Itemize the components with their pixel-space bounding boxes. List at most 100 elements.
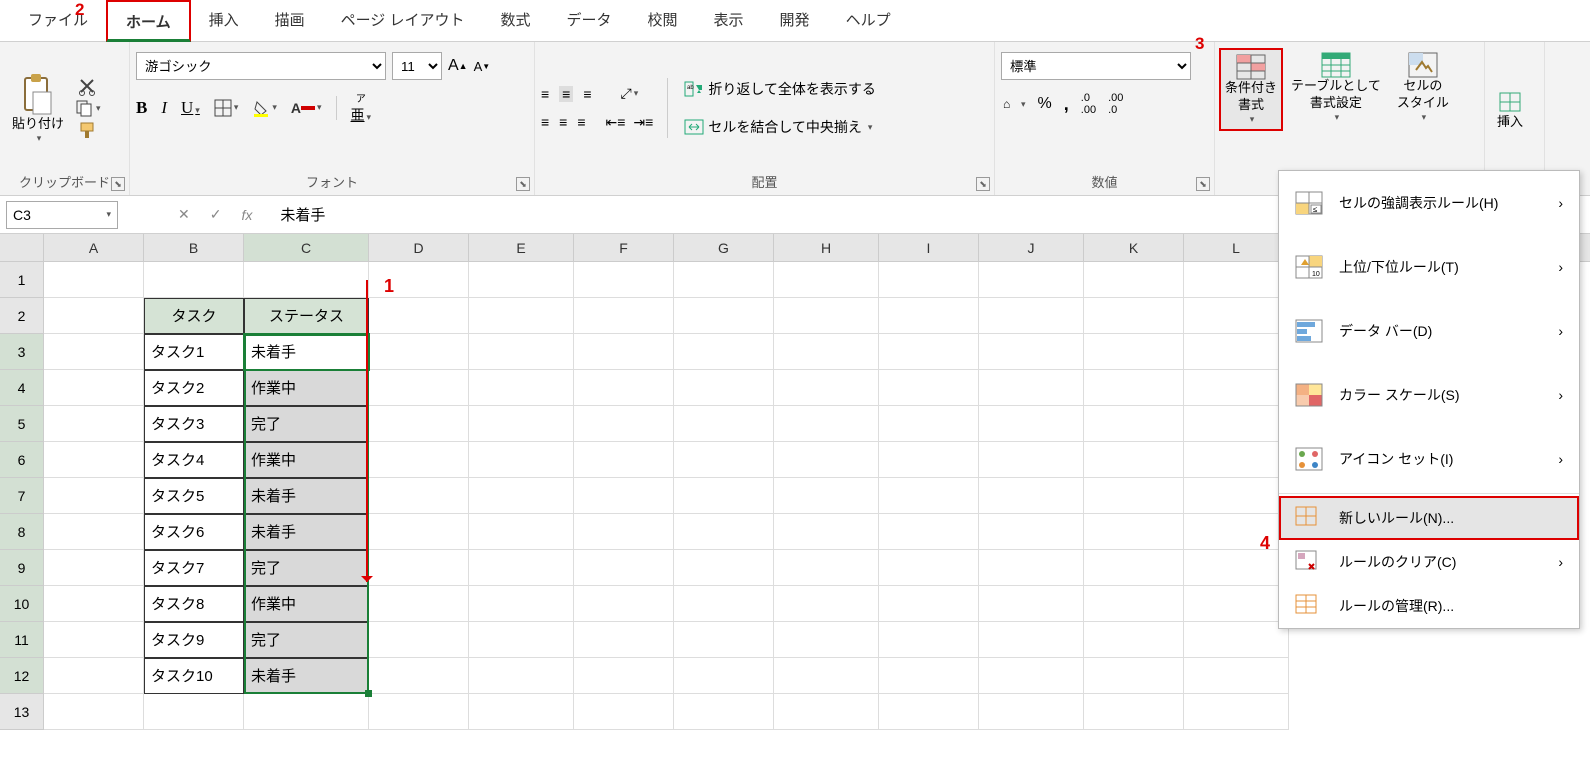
cell-F1[interactable] [574,262,674,298]
cell-D9[interactable] [369,550,469,586]
cell-B2[interactable]: タスク [144,298,244,334]
font-launcher[interactable]: ⬊ [516,177,530,191]
cell-I2[interactable] [879,298,979,334]
paste-button[interactable]: 貼り付け ▾ [6,70,70,147]
cell-H3[interactable] [774,334,879,370]
cut-icon[interactable] [74,76,101,96]
cell-F5[interactable] [574,406,674,442]
cell-I6[interactable] [879,442,979,478]
cell-B8[interactable]: タスク6 [144,514,244,550]
cell-A2[interactable] [44,298,144,334]
tab-developer[interactable]: 開発 [762,0,828,42]
tab-review[interactable]: 校閲 [630,0,696,42]
cell-H12[interactable] [774,658,879,694]
cell-E7[interactable] [469,478,574,514]
cell-L12[interactable] [1184,658,1289,694]
align-launcher[interactable]: ⬊ [976,177,990,191]
clipboard-launcher[interactable]: ⬊ [111,177,125,191]
cell-K10[interactable] [1084,586,1184,622]
cell-H11[interactable] [774,622,879,658]
cell-I4[interactable] [879,370,979,406]
row-header-7[interactable]: 7 [0,478,44,514]
col-header-J[interactable]: J [979,234,1084,261]
cell-C12[interactable]: 未着手 [244,658,369,694]
cell-I8[interactable] [879,514,979,550]
row-header-8[interactable]: 8 [0,514,44,550]
row-header-3[interactable]: 3 [0,334,44,370]
cf-icon-sets[interactable]: アイコン セット(I) › [1279,427,1579,491]
col-header-K[interactable]: K [1084,234,1184,261]
cell-K7[interactable] [1084,478,1184,514]
cell-A13[interactable] [44,694,144,730]
cell-F11[interactable] [574,622,674,658]
cell-D10[interactable] [369,586,469,622]
conditional-formatting-button[interactable]: 条件付き 書式▾ [1221,50,1281,129]
font-family-select[interactable]: 游ゴシック [136,52,386,80]
cell-C2[interactable]: ステータス [244,298,369,334]
cell-D13[interactable] [369,694,469,730]
cell-G7[interactable] [674,478,774,514]
fill-handle[interactable] [365,690,372,697]
cell-A8[interactable] [44,514,144,550]
ruby-button[interactable]: ア亜▾ [351,90,372,125]
cell-D4[interactable] [369,370,469,406]
cell-C4[interactable]: 作業中 [244,370,369,406]
cell-G9[interactable] [674,550,774,586]
cell-J7[interactable] [979,478,1084,514]
cell-K4[interactable] [1084,370,1184,406]
cell-D3[interactable] [369,334,469,370]
cell-A7[interactable] [44,478,144,514]
cell-E10[interactable] [469,586,574,622]
cell-B9[interactable]: タスク7 [144,550,244,586]
cell-G10[interactable] [674,586,774,622]
cell-C6[interactable]: 作業中 [244,442,369,478]
tab-data[interactable]: データ [549,0,630,42]
cell-J9[interactable] [979,550,1084,586]
col-header-B[interactable]: B [144,234,244,261]
align-bottom-icon[interactable]: ≡ [583,86,591,102]
cell-C7[interactable]: 未着手 [244,478,369,514]
fill-color-button[interactable]: ▾ [252,99,277,117]
col-header-I[interactable]: I [879,234,979,261]
cell-B5[interactable]: タスク3 [144,406,244,442]
cell-C3[interactable]: 未着手▼ [244,334,369,370]
row-header-13[interactable]: 13 [0,694,44,730]
cell-L11[interactable] [1184,622,1289,658]
number-launcher[interactable]: ⬊ [1196,177,1210,191]
font-color-button[interactable]: A▾ [291,100,322,116]
accounting-format-icon[interactable]: ⌂▾ [1001,96,1026,112]
cell-L2[interactable] [1184,298,1289,334]
increase-decimal-icon[interactable]: .0.00 [1081,92,1096,116]
tab-file[interactable]: ファイル [10,0,106,42]
cell-J11[interactable] [979,622,1084,658]
cell-L7[interactable] [1184,478,1289,514]
cell-B4[interactable]: タスク2 [144,370,244,406]
cell-E12[interactable] [469,658,574,694]
col-header-E[interactable]: E [469,234,574,261]
col-header-C[interactable]: C [244,234,369,261]
cell-A3[interactable] [44,334,144,370]
col-header-F[interactable]: F [574,234,674,261]
cf-new-rule[interactable]: 新しいルール(N)... [1279,496,1579,540]
cell-A9[interactable] [44,550,144,586]
cell-H9[interactable] [774,550,879,586]
cell-L9[interactable] [1184,550,1289,586]
cell-H7[interactable] [774,478,879,514]
cell-I3[interactable] [879,334,979,370]
tab-insert[interactable]: 挿入 [191,0,257,42]
cell-B13[interactable] [144,694,244,730]
cell-I11[interactable] [879,622,979,658]
cell-L5[interactable] [1184,406,1289,442]
cell-C11[interactable]: 完了 [244,622,369,658]
cell-C10[interactable]: 作業中 [244,586,369,622]
cell-G12[interactable] [674,658,774,694]
cell-J5[interactable] [979,406,1084,442]
cell-C5[interactable]: 完了 [244,406,369,442]
cell-L10[interactable] [1184,586,1289,622]
decrease-decimal-icon[interactable]: .00.0 [1108,92,1123,116]
cells-area[interactable]: タスクステータスタスク1未着手▼タスク2作業中タスク3完了タスク4作業中タスク5… [44,262,1289,730]
cell-F7[interactable] [574,478,674,514]
cf-clear-rules[interactable]: ルールのクリア(C) › [1279,540,1579,584]
cell-E11[interactable] [469,622,574,658]
cell-K11[interactable] [1084,622,1184,658]
